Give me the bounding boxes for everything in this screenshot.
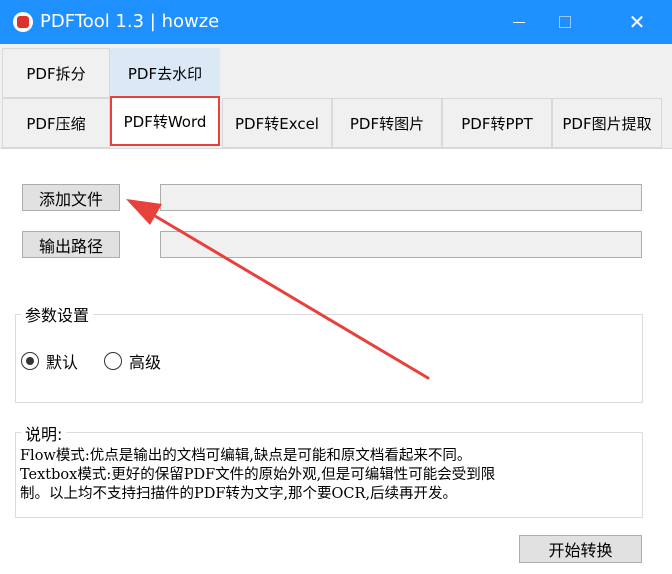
description-line: 制。以上均不支持扫描件的PDF转为文字,那个要OCR,后续再开发。 <box>20 486 458 502</box>
minimize-icon <box>513 21 525 23</box>
tab-label: PDF转Word <box>123 112 207 131</box>
add-file-button[interactable]: 添加文件 <box>22 184 120 211</box>
output-path-label: 输出路径 <box>38 236 103 256</box>
radio-advanced[interactable]: 高级 <box>104 349 161 373</box>
tab-pdf-to-image[interactable]: PDF转图片 <box>332 98 442 148</box>
description-text: Flow模式:优点是输出的文档可编辑,缺点是可能和原文档看起来不同。 Textb… <box>20 447 640 504</box>
tab-pdf-compress[interactable]: PDF压缩 <box>2 98 110 148</box>
output-path-field[interactable] <box>160 231 642 258</box>
tab-pdf-watermark-remove[interactable]: PDF去水印 <box>110 48 220 98</box>
output-path-button[interactable]: 输出路径 <box>22 231 120 258</box>
tab-pdf-to-ppt[interactable]: PDF转PPT <box>442 98 552 148</box>
start-convert-label: 开始转换 <box>548 541 613 560</box>
tab-pdf-image-extract[interactable]: PDF图片提取 <box>552 98 662 148</box>
tab-pdf-to-excel[interactable]: PDF转Excel <box>222 98 332 148</box>
file-path-field[interactable] <box>160 184 642 211</box>
params-group-title: 参数设置 <box>21 302 94 326</box>
tab-label: PDF压缩 <box>26 114 86 133</box>
close-button[interactable]: ✕ <box>614 0 660 44</box>
radio-default[interactable]: 默认 <box>21 349 78 373</box>
tab-pdf-to-word[interactable]: PDF转Word <box>110 96 220 146</box>
tab-pdf-split[interactable]: PDF拆分 <box>2 48 110 98</box>
description-line: Flow模式:优点是输出的文档可编辑,缺点是可能和原文档看起来不同。 <box>20 448 472 464</box>
window-title: PDFTool 1.3 | howze <box>40 11 220 32</box>
maximize-button[interactable] <box>542 0 588 44</box>
tab-label: PDF转PPT <box>461 114 533 133</box>
tab-label: PDF图片提取 <box>562 114 652 133</box>
tab-label: PDF转Excel <box>235 114 319 133</box>
radio-advanced-label: 高级 <box>129 353 162 372</box>
close-icon: ✕ <box>628 10 646 34</box>
description-title: 说明: <box>21 421 67 445</box>
tab-row-1: PDF拆分 PDF去水印 <box>0 44 672 98</box>
radio-unchecked-icon <box>104 352 122 370</box>
pdf-app-icon <box>13 12 33 32</box>
description-line: Textbox模式:更好的保留PDF文件的原始外观,但是可编辑性可能会受到限 <box>20 467 496 483</box>
tab-row-2: PDF压缩 PDF转Word PDF转Excel PDF转图片 PDF转PPT … <box>0 96 672 149</box>
add-file-label: 添加文件 <box>38 189 103 209</box>
title-bar: PDFTool 1.3 | howze ✕ <box>0 0 672 44</box>
radio-default-label: 默认 <box>46 353 79 372</box>
tab-label: PDF拆分 <box>26 64 86 83</box>
start-convert-button[interactable]: 开始转换 <box>519 535 642 563</box>
radio-checked-icon <box>21 352 39 370</box>
maximize-icon <box>559 16 571 28</box>
tab-label: PDF去水印 <box>127 64 203 83</box>
tab-label: PDF转图片 <box>349 114 425 133</box>
minimize-button[interactable] <box>496 0 542 44</box>
